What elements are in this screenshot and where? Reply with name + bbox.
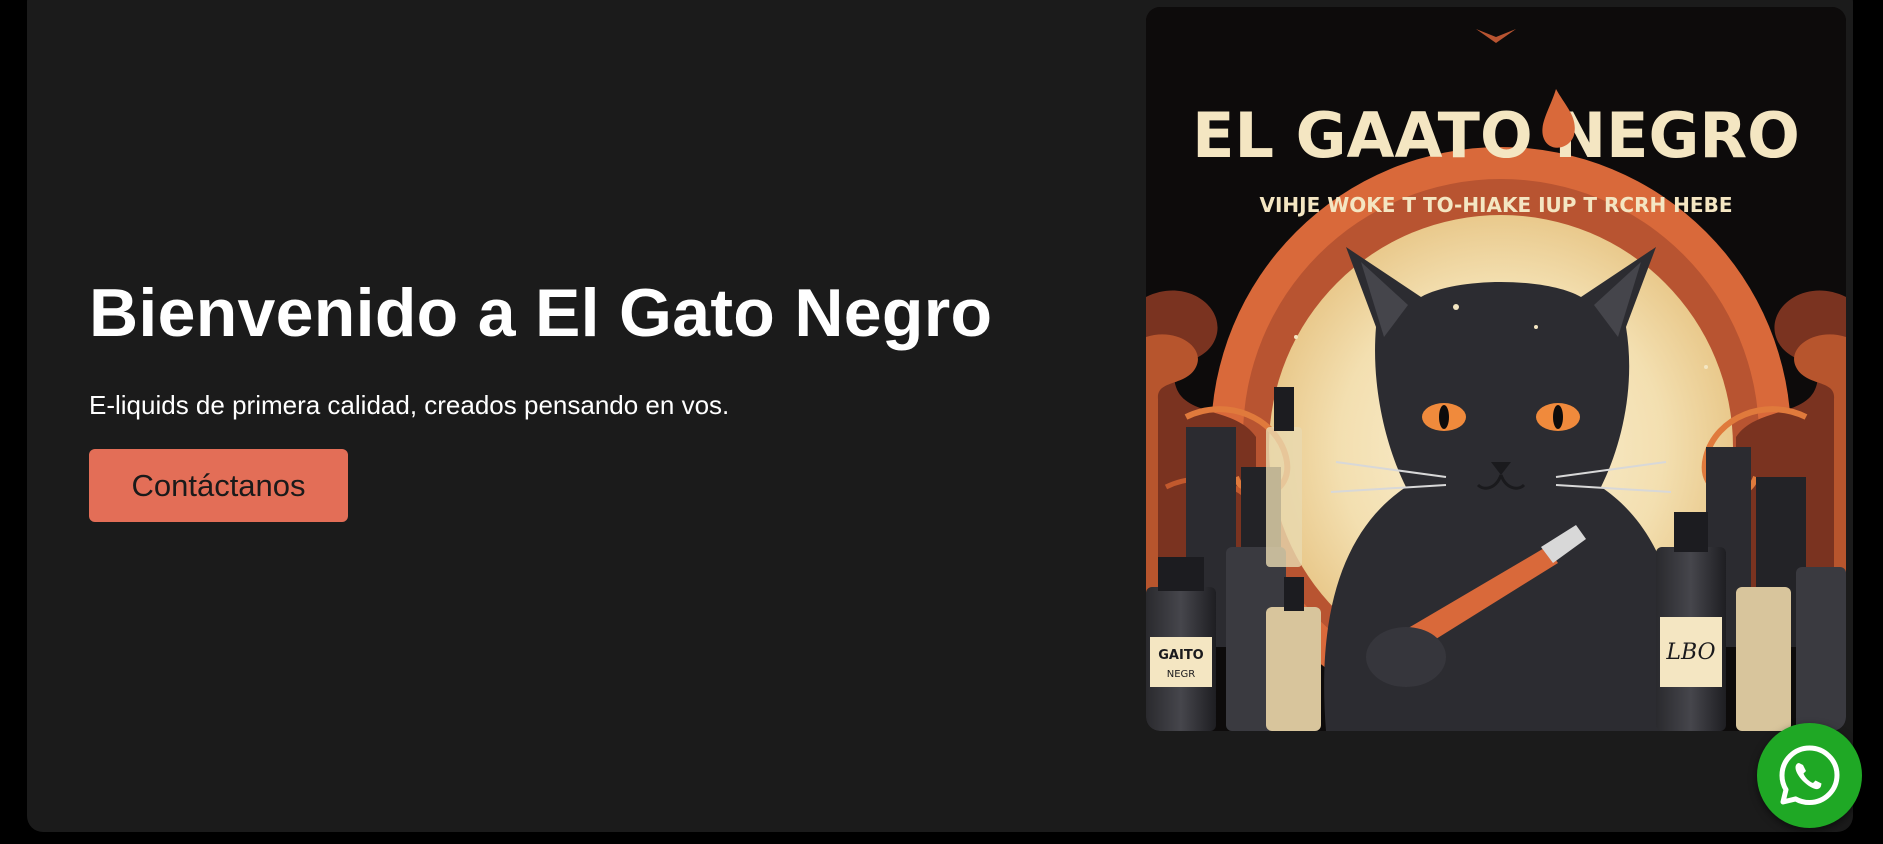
hero-title: Bienvenido a El Gato Negro (89, 275, 993, 351)
art-tagline: VIHJE WOKE T TO-HIAKE IUP T RCRH HEBE (1259, 193, 1732, 217)
bottle-label-left-sub: NEGR (1167, 669, 1196, 680)
contact-button[interactable]: Contáctanos (89, 449, 348, 522)
bottle-label-right: LBO (1665, 640, 1715, 665)
whatsapp-icon (1779, 745, 1840, 805)
hero-subtitle: E-liquids de primera calidad, creados pe… (89, 390, 730, 420)
black-cat-vape-illustration: EL GAATO NEGRO VIHJE WOKE T TO-HIAKE IUP… (1146, 7, 1846, 731)
bottle-label-left: GAITO (1158, 648, 1204, 663)
whatsapp-button[interactable] (1757, 723, 1862, 828)
hero-text-block: Bienvenido a El Gato Negro E-liquids de … (89, 271, 1089, 522)
hero-section: Bienvenido a El Gato Negro E-liquids de … (27, 0, 1853, 832)
art-headline: EL GAATO NEGRO (1192, 99, 1800, 172)
hero-image: EL GAATO NEGRO VIHJE WOKE T TO-HIAKE IUP… (1146, 7, 1846, 731)
